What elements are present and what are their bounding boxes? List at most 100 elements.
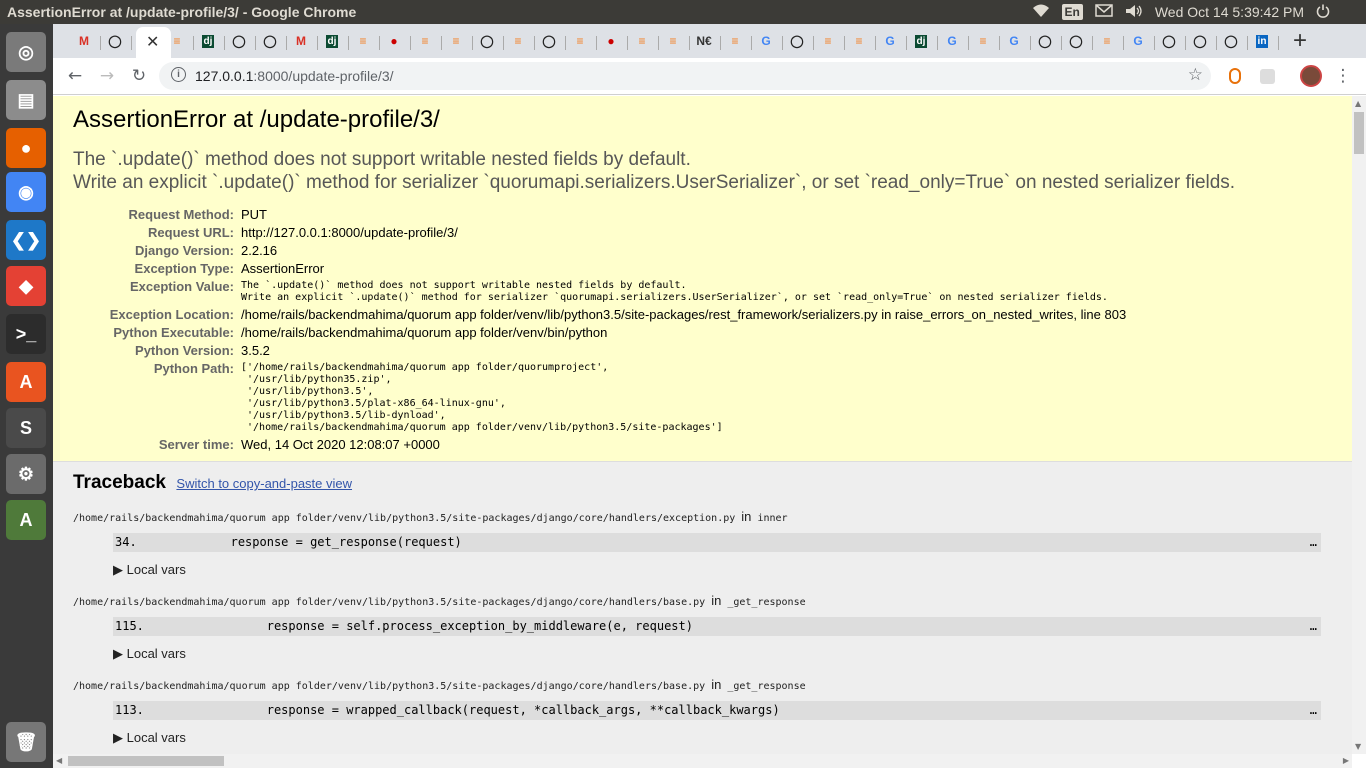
frame-context-line[interactable]: 34. response = get_response(request)… bbox=[113, 533, 1321, 552]
tab-separator bbox=[1061, 36, 1062, 50]
wifi-icon[interactable] bbox=[1032, 4, 1050, 21]
tab-stackoverflow-icon[interactable]: ≡ bbox=[848, 31, 870, 51]
info-icon[interactable]: i bbox=[171, 67, 186, 82]
tab-github-icon[interactable]: ◯ bbox=[476, 31, 498, 51]
tab-github-icon[interactable]: ◯ bbox=[538, 31, 560, 51]
tab-separator bbox=[596, 36, 597, 50]
scroll-down-icon[interactable]: ▼ bbox=[1355, 742, 1361, 751]
tab-linkedin-icon[interactable]: in bbox=[1251, 31, 1273, 51]
vertical-scroll-thumb[interactable] bbox=[1354, 112, 1364, 154]
tab-stackoverflow-icon[interactable]: ≡ bbox=[1096, 31, 1118, 51]
tab-github-icon[interactable]: ◯ bbox=[1189, 31, 1211, 51]
tab-django-icon[interactable]: dj bbox=[910, 31, 932, 51]
switch-view-link[interactable]: Switch to copy-and-paste view bbox=[176, 476, 352, 491]
back-button[interactable]: ← bbox=[63, 64, 87, 88]
tab-generic-icon[interactable]: ● bbox=[600, 31, 622, 51]
tab-github-icon[interactable]: ◯ bbox=[259, 31, 281, 51]
tab-django-icon[interactable]: dj bbox=[321, 31, 343, 51]
power-icon[interactable] bbox=[1316, 4, 1330, 21]
chrome-launcher-icon[interactable]: ◉ bbox=[6, 172, 46, 212]
tab-separator bbox=[906, 36, 907, 50]
tab-separator bbox=[100, 36, 101, 50]
tab-stackoverflow-icon[interactable]: ≡ bbox=[631, 31, 653, 51]
software-center-launcher-icon[interactable]: A bbox=[6, 362, 46, 402]
tab-github-icon[interactable]: ◯ bbox=[1065, 31, 1087, 51]
profile-avatar[interactable] bbox=[1299, 64, 1323, 88]
tab-google-icon[interactable]: G bbox=[755, 31, 777, 51]
tab-google-icon[interactable]: G bbox=[1127, 31, 1149, 51]
keyboard-layout-indicator[interactable]: En bbox=[1061, 4, 1083, 20]
google-favicon: G bbox=[1009, 34, 1019, 48]
terminal-launcher-icon[interactable]: >_ bbox=[6, 314, 46, 354]
software-updater-launcher-icon[interactable]: A bbox=[6, 500, 46, 540]
files-launcher-icon[interactable]: ▤ bbox=[6, 80, 46, 120]
tab-github-icon[interactable]: ◯ bbox=[1220, 31, 1242, 51]
tab-stackoverflow-icon[interactable]: ≡ bbox=[166, 31, 188, 51]
tab-github-icon[interactable]: ◯ bbox=[104, 31, 126, 51]
close-tab-icon[interactable]: ✕ bbox=[146, 32, 159, 51]
horizontal-scrollbar[interactable]: ◀ ▶ bbox=[53, 754, 1352, 768]
bookmark-star-icon[interactable]: ☆ bbox=[1188, 65, 1203, 85]
tab-github-icon[interactable]: ◯ bbox=[786, 31, 808, 51]
tab-news-icon[interactable]: N€ bbox=[693, 31, 715, 51]
clock[interactable]: Wed Oct 14 5:39:42 PM bbox=[1155, 4, 1304, 20]
tab-stackoverflow-icon[interactable]: ≡ bbox=[662, 31, 684, 51]
url-text[interactable]: 127.0.0.1:8000/update-profile/3/ bbox=[195, 68, 394, 84]
local-vars-toggle[interactable]: ▶ Local vars bbox=[113, 562, 1332, 578]
ubuntu-home-launcher-icon[interactable]: ◎ bbox=[6, 32, 46, 72]
address-bar[interactable]: i 127.0.0.1:8000/update-profile/3/ ☆ bbox=[159, 62, 1211, 90]
django-favicon: dj bbox=[325, 34, 339, 48]
expand-context-icon[interactable]: … bbox=[1310, 617, 1317, 636]
frame-context-line[interactable]: 115. response = self.process_exception_b… bbox=[113, 617, 1321, 636]
local-vars-toggle[interactable]: ▶ Local vars bbox=[113, 730, 1332, 746]
tab-generic-icon[interactable]: ● bbox=[383, 31, 405, 51]
scroll-up-icon[interactable]: ▲ bbox=[1355, 99, 1361, 108]
reload-button[interactable]: ↻ bbox=[127, 64, 151, 88]
frame-context-line[interactable]: 113. response = wrapped_callback(request… bbox=[113, 701, 1321, 720]
tab-stackoverflow-icon[interactable]: ≡ bbox=[569, 31, 591, 51]
system-settings-launcher-icon[interactable]: ⚙ bbox=[6, 454, 46, 494]
tab-google-icon[interactable]: G bbox=[941, 31, 963, 51]
tab-stackoverflow-icon[interactable]: ≡ bbox=[352, 31, 374, 51]
tab-github-icon[interactable]: ◯ bbox=[1034, 31, 1056, 51]
tab-google-icon[interactable]: G bbox=[1003, 31, 1025, 51]
tab-stackoverflow-icon[interactable]: ≡ bbox=[972, 31, 994, 51]
mail-icon[interactable] bbox=[1095, 4, 1113, 20]
frame-location: /home/rails/backendmahima/quorum app fol… bbox=[73, 677, 1332, 692]
tab-django-icon[interactable]: dj bbox=[197, 31, 219, 51]
volume-icon[interactable] bbox=[1125, 4, 1143, 21]
new-tab-button[interactable]: + bbox=[1293, 27, 1307, 55]
tab-separator bbox=[1030, 36, 1031, 50]
extension-puzzle-icon[interactable] bbox=[1255, 64, 1279, 88]
anydesk-launcher-icon[interactable]: ◆ bbox=[6, 266, 46, 306]
vertical-scrollbar[interactable]: ▲ ▼ bbox=[1352, 96, 1366, 754]
menu-icon[interactable]: ⋮ bbox=[1331, 64, 1355, 88]
scroll-left-icon[interactable]: ◀ bbox=[56, 756, 62, 765]
google-favicon: G bbox=[947, 34, 957, 48]
extension-icon[interactable] bbox=[1223, 64, 1247, 88]
tab-separator bbox=[720, 36, 721, 50]
meta-value: ['/home/rails/backendmahima/quorum app f… bbox=[241, 362, 723, 433]
tab-stackoverflow-icon[interactable]: ≡ bbox=[414, 31, 436, 51]
google-favicon: G bbox=[761, 34, 771, 48]
tab-github-icon[interactable]: ◯ bbox=[1158, 31, 1180, 51]
tab-gmail-icon[interactable]: M bbox=[290, 31, 312, 51]
tab-google-icon[interactable]: G bbox=[879, 31, 901, 51]
tab-github-icon[interactable]: ◯ bbox=[228, 31, 250, 51]
firefox-launcher-icon[interactable]: ● bbox=[6, 128, 46, 168]
trash-launcher-icon[interactable]: 🗑 bbox=[6, 722, 46, 762]
scroll-right-icon[interactable]: ▶ bbox=[1343, 756, 1349, 765]
vscode-launcher-icon[interactable]: ❮❯ bbox=[6, 220, 46, 260]
tab-stackoverflow-icon[interactable]: ≡ bbox=[445, 31, 467, 51]
expand-context-icon[interactable]: … bbox=[1310, 533, 1317, 552]
tab-stackoverflow-icon[interactable]: ≡ bbox=[817, 31, 839, 51]
horizontal-scroll-thumb[interactable] bbox=[68, 756, 224, 766]
sublime-text-launcher-icon[interactable]: S bbox=[6, 408, 46, 448]
local-vars-toggle[interactable]: ▶ Local vars bbox=[113, 646, 1332, 662]
stackoverflow-favicon: ≡ bbox=[669, 34, 677, 48]
forward-button[interactable]: → bbox=[95, 64, 119, 88]
tab-stackoverflow-icon[interactable]: ≡ bbox=[507, 31, 529, 51]
expand-context-icon[interactable]: … bbox=[1310, 701, 1317, 720]
tab-stackoverflow-icon[interactable]: ≡ bbox=[724, 31, 746, 51]
tab-gmail-icon[interactable]: M bbox=[73, 31, 95, 51]
